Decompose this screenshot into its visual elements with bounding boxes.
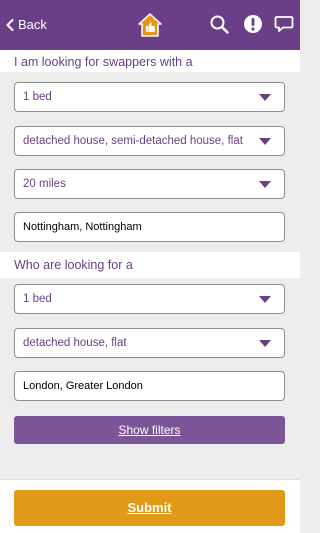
caret-down-icon — [259, 296, 271, 303]
have-location-input[interactable]: Nottingham, Nottingham — [14, 212, 285, 242]
top-bar: Back — [0, 0, 300, 50]
chevron-left-icon — [6, 18, 14, 31]
submit-button[interactable]: Submit — [14, 490, 285, 526]
alert-icon[interactable] — [243, 14, 263, 34]
want-bedrooms-value: 1 bed — [23, 293, 52, 305]
want-location-input[interactable]: London, Greater London — [14, 371, 285, 401]
chat-icon[interactable] — [274, 14, 294, 34]
search-icon[interactable] — [209, 14, 229, 34]
caret-down-icon — [259, 138, 271, 145]
caret-down-icon — [259, 181, 271, 188]
have-property-type-select[interactable]: detached house, semi-detached house, fla… — [14, 126, 285, 156]
caret-down-icon — [259, 94, 271, 101]
show-filters-button[interactable]: Show filters — [14, 416, 285, 444]
want-section-heading: Who are looking for a — [0, 252, 300, 278]
have-property-type-value: detached house, semi-detached house, fla… — [23, 135, 243, 147]
distance-value: 20 miles — [23, 178, 66, 190]
back-button[interactable]: Back — [6, 17, 47, 32]
caret-down-icon — [259, 340, 271, 347]
want-bedrooms-select[interactable]: 1 bed — [14, 284, 285, 314]
back-label: Back — [18, 17, 47, 32]
home-thumbs-up-logo — [138, 13, 162, 37]
want-location-value: London, Greater London — [23, 380, 143, 392]
have-bedrooms-value: 1 bed — [23, 91, 52, 103]
footer: Submit — [0, 479, 300, 533]
want-property-type-value: detached house, flat — [23, 337, 127, 349]
have-location-value: Nottingham, Nottingham — [23, 221, 142, 233]
want-property-type-select[interactable]: detached house, flat — [14, 328, 285, 358]
have-bedrooms-select[interactable]: 1 bed — [14, 82, 285, 112]
distance-select[interactable]: 20 miles — [14, 169, 285, 199]
have-section-heading: I am looking for swappers with a — [0, 50, 300, 72]
